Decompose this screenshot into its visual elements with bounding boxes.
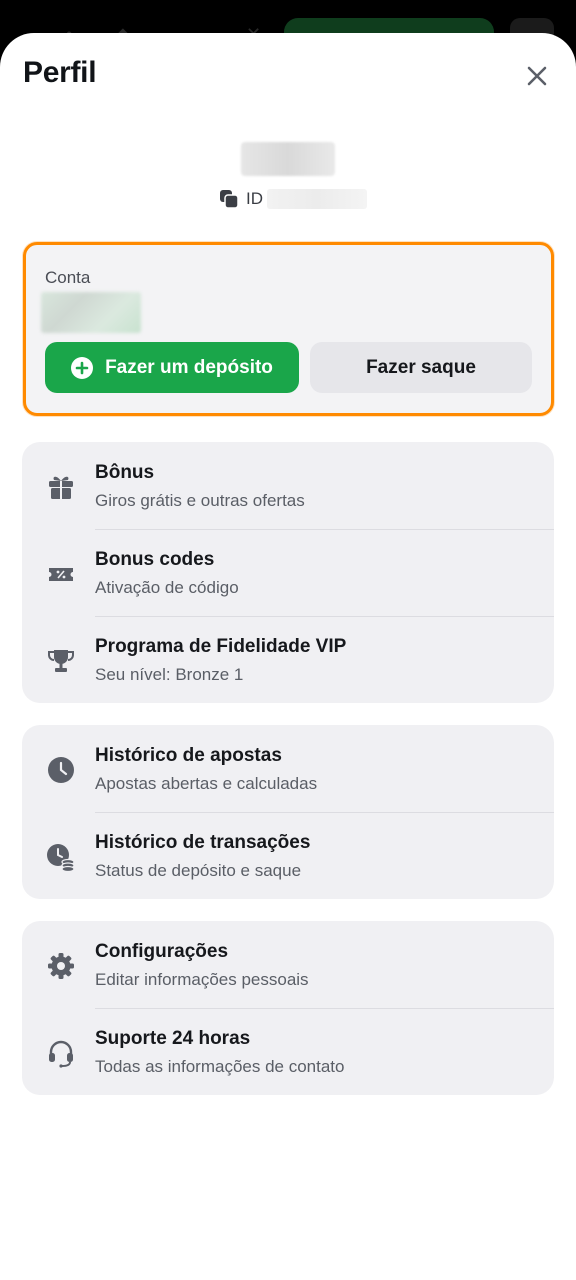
menu-item-subtitle: Giros grátis e outras ofertas — [95, 491, 305, 510]
balance-redacted — [41, 292, 141, 333]
gear-icon — [48, 953, 74, 979]
gift-icon — [49, 476, 73, 499]
menu-item-title: Bonus codes — [95, 549, 215, 570]
menu-item-title: Histórico de apostas — [95, 745, 282, 766]
clock-icon — [48, 757, 74, 783]
menu-item-vip-program[interactable]: Programa de Fidelidade VIP Seu nível: Br… — [22, 616, 554, 703]
menu-item-title: Suporte 24 horas — [95, 1028, 251, 1049]
transaction-history-icon — [47, 844, 75, 872]
copy-icon[interactable] — [218, 188, 240, 210]
coupon-icon — [49, 568, 73, 581]
username-redacted — [241, 142, 335, 176]
menu-group-settings: Configurações Editar informações pessoai… — [22, 921, 554, 1095]
user-id-redacted — [267, 189, 367, 209]
menu-group-history: Histórico de apostas Apostas abertas e c… — [22, 725, 554, 899]
close-button[interactable] — [520, 59, 554, 93]
menu-item-title: Programa de Fidelidade VIP — [95, 636, 347, 657]
profile-sheet: Perfil ID Conta Fazer um depósito Fazer … — [0, 33, 576, 1280]
menu-item-bonus[interactable]: Bônus Giros grátis e outras ofertas — [22, 442, 554, 529]
deposit-button[interactable]: Fazer um depósito — [45, 342, 299, 393]
trophy-icon — [48, 650, 74, 672]
menu-item-support[interactable]: Suporte 24 horas Todas as informações de… — [22, 1008, 554, 1095]
menu-item-title: Histórico de transações — [95, 832, 311, 853]
account-card: Conta Fazer um depósito Fazer saque — [23, 242, 554, 416]
withdraw-button-label: Fazer saque — [366, 356, 476, 378]
plus-circle-icon — [71, 356, 94, 379]
menu-item-transaction-history[interactable]: Histórico de transações Status de depósi… — [22, 812, 554, 899]
headset-icon — [49, 1040, 73, 1068]
sheet-title: Perfil — [23, 56, 97, 89]
menu-item-subtitle: Ativação de código — [95, 578, 239, 597]
menu-item-subtitle: Editar informações pessoais — [95, 970, 309, 989]
user-id-row: ID — [218, 187, 367, 211]
account-label: Conta — [45, 268, 91, 287]
menu-item-bet-history[interactable]: Histórico de apostas Apostas abertas e c… — [22, 725, 554, 812]
menu-item-title: Bônus — [95, 462, 155, 483]
id-label: ID — [246, 189, 263, 208]
menu-item-subtitle: Status de depósito e saque — [95, 861, 302, 880]
close-icon — [527, 66, 547, 86]
menu-group-offers: Bônus Giros grátis e outras ofertas Bonu… — [22, 442, 554, 703]
menu-item-subtitle: Seu nível: Bronze 1 — [95, 665, 244, 684]
menu-item-settings[interactable]: Configurações Editar informações pessoai… — [22, 921, 554, 1008]
deposit-button-label: Fazer um depósito — [105, 356, 273, 378]
withdraw-button[interactable]: Fazer saque — [310, 342, 532, 393]
menu-item-title: Configurações — [95, 941, 229, 962]
menu-item-subtitle: Todas as informações de contato — [95, 1057, 345, 1076]
menu-item-bonus-codes[interactable]: Bonus codes Ativação de código — [22, 529, 554, 616]
menu-item-subtitle: Apostas abertas e calculadas — [95, 774, 318, 793]
